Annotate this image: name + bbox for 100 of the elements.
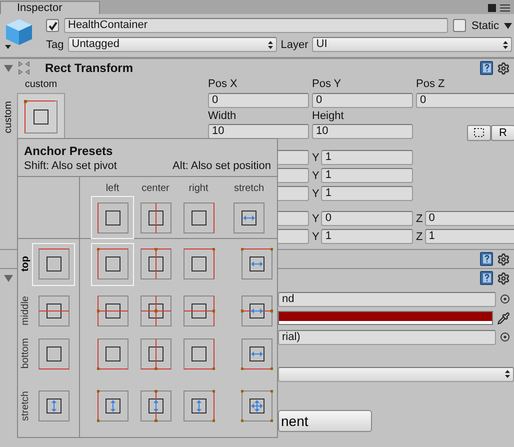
popup-title: Anchor Presets	[23, 143, 114, 158]
rect-transform-icon	[17, 61, 31, 75]
tag-label: Tag	[46, 38, 64, 50]
column-label: right	[188, 183, 208, 194]
help-book-icon[interactable]	[480, 61, 493, 75]
number-field[interactable]: 1	[424, 229, 514, 244]
number-field[interactable]: 1	[321, 150, 413, 165]
anchor-preset-icon	[182, 202, 214, 234]
axis-label: Z	[416, 230, 423, 242]
anchor-preset-icon	[38, 390, 70, 422]
fold-triangle-icon[interactable]	[4, 64, 13, 72]
axis-label: Y	[312, 188, 320, 200]
anchor-preset-icon	[140, 248, 172, 280]
dropdown[interactable]	[278, 366, 514, 382]
anchor-preset-icon	[182, 294, 214, 326]
column-label: center	[142, 183, 170, 194]
raw-edit-button[interactable]: R	[491, 124, 514, 141]
number-field[interactable]: 10	[312, 124, 413, 140]
anchor-preset-icon	[240, 294, 272, 326]
static-checkbox[interactable]	[453, 19, 466, 32]
add-component-button[interactable]: nent	[278, 410, 372, 432]
row-label: stretch	[20, 390, 32, 421]
active-checkbox[interactable]	[46, 19, 59, 32]
anchor-preset-icon	[140, 294, 172, 326]
row-label: middle	[20, 296, 32, 326]
field-label: Width	[208, 108, 238, 124]
axis-label: Y	[312, 230, 320, 242]
column-label: stretch	[234, 183, 264, 194]
menu-icon[interactable]	[500, 4, 510, 12]
anchor-preset-icon	[233, 202, 265, 234]
number-field[interactable]: 1	[321, 168, 413, 183]
tag-dropdown[interactable]: Untagged	[68, 37, 277, 52]
number-field[interactable]: 0	[321, 211, 413, 226]
component-title: Rect Transform	[45, 61, 134, 75]
anchor-preset-icon	[96, 390, 128, 422]
anchor-side-label: custom	[3, 100, 14, 134]
field-label: Height	[312, 108, 345, 124]
anchor-preset-icon	[96, 294, 128, 326]
column-label: left	[106, 183, 120, 194]
object-field[interactable]: rial)	[278, 330, 496, 344]
fold-triangle-icon[interactable]	[4, 274, 13, 282]
inspector-tab[interactable]: Inspector	[0, 1, 100, 14]
anchor-preset-icon	[38, 248, 70, 280]
anchor-preset-button[interactable]	[91, 242, 134, 286]
anchor-preset-icon	[140, 202, 172, 234]
field-label: Pos X	[208, 77, 238, 92]
field-label: Pos Z	[416, 77, 446, 92]
anchor-preset-button[interactable]	[32, 242, 75, 286]
eyedropper-icon[interactable]	[497, 312, 510, 324]
object-picker-icon[interactable]	[500, 332, 510, 342]
object-field[interactable]: nd	[278, 292, 496, 306]
dotted-rectangle-icon	[474, 128, 484, 138]
anchor-preset-icon	[38, 294, 70, 326]
number-field[interactable]: 1	[321, 186, 413, 201]
field-label: Pos Y	[312, 77, 342, 92]
settings-icon[interactable]	[497, 272, 510, 284]
row-label: top	[20, 256, 32, 272]
name-field[interactable]: HealthContainer	[64, 18, 448, 33]
number-field[interactable]: 0	[424, 211, 514, 226]
cube-icon	[4, 17, 34, 51]
settings-icon[interactable]	[497, 252, 510, 266]
axis-label: Y	[312, 170, 320, 182]
anchor-button[interactable]	[17, 93, 65, 141]
shift-hint: Shift: Also set pivot	[24, 160, 117, 172]
anchor-preset-icon	[182, 338, 214, 370]
anchor-label: custom	[24, 79, 58, 92]
layer-dropdown[interactable]: UI	[312, 37, 512, 52]
anchor-preset-icon	[96, 248, 128, 280]
anchor-preset-icon	[182, 390, 214, 422]
number-field[interactable]: 0	[208, 92, 309, 108]
help-book-icon[interactable]	[480, 271, 493, 285]
number-field[interactable]: 0	[416, 92, 514, 108]
settings-icon[interactable]	[497, 62, 510, 74]
help-book-icon[interactable]	[480, 252, 493, 266]
layer-label: Layer	[280, 38, 308, 50]
axis-label: Y	[312, 212, 320, 224]
axis-label: Y	[312, 152, 320, 164]
anchor-preset-icon	[140, 390, 172, 422]
static-label: Static	[471, 20, 499, 32]
number-field[interactable]: 1	[321, 229, 413, 244]
row-label: bottom	[20, 338, 32, 369]
color-field[interactable]	[278, 311, 493, 325]
alt-hint: Alt: Also set position	[172, 160, 271, 172]
axis-label: Z	[416, 212, 423, 224]
anchor-preset-icon	[38, 338, 70, 370]
object-picker-icon[interactable]	[500, 294, 510, 304]
component-header[interactable]: Rect Transform	[0, 58, 514, 77]
caret-icon[interactable]	[504, 22, 512, 28]
dropdown-arrows-icon	[505, 370, 510, 378]
dropdown-arrows-icon	[268, 40, 273, 48]
anchor-preset-icon	[96, 338, 128, 370]
anchor-preset-icon	[96, 202, 128, 234]
number-field[interactable]: 10	[208, 124, 309, 140]
number-field[interactable]: 0	[312, 92, 413, 108]
anchor-preset-icon	[240, 390, 272, 422]
dropdown-arrows-icon	[503, 40, 508, 48]
anchor-preset-button[interactable]	[91, 196, 134, 239]
blueprint-mode-button[interactable]	[467, 124, 491, 141]
anchor-preset-icon	[140, 338, 172, 370]
anchor-preset-icon	[182, 248, 214, 280]
